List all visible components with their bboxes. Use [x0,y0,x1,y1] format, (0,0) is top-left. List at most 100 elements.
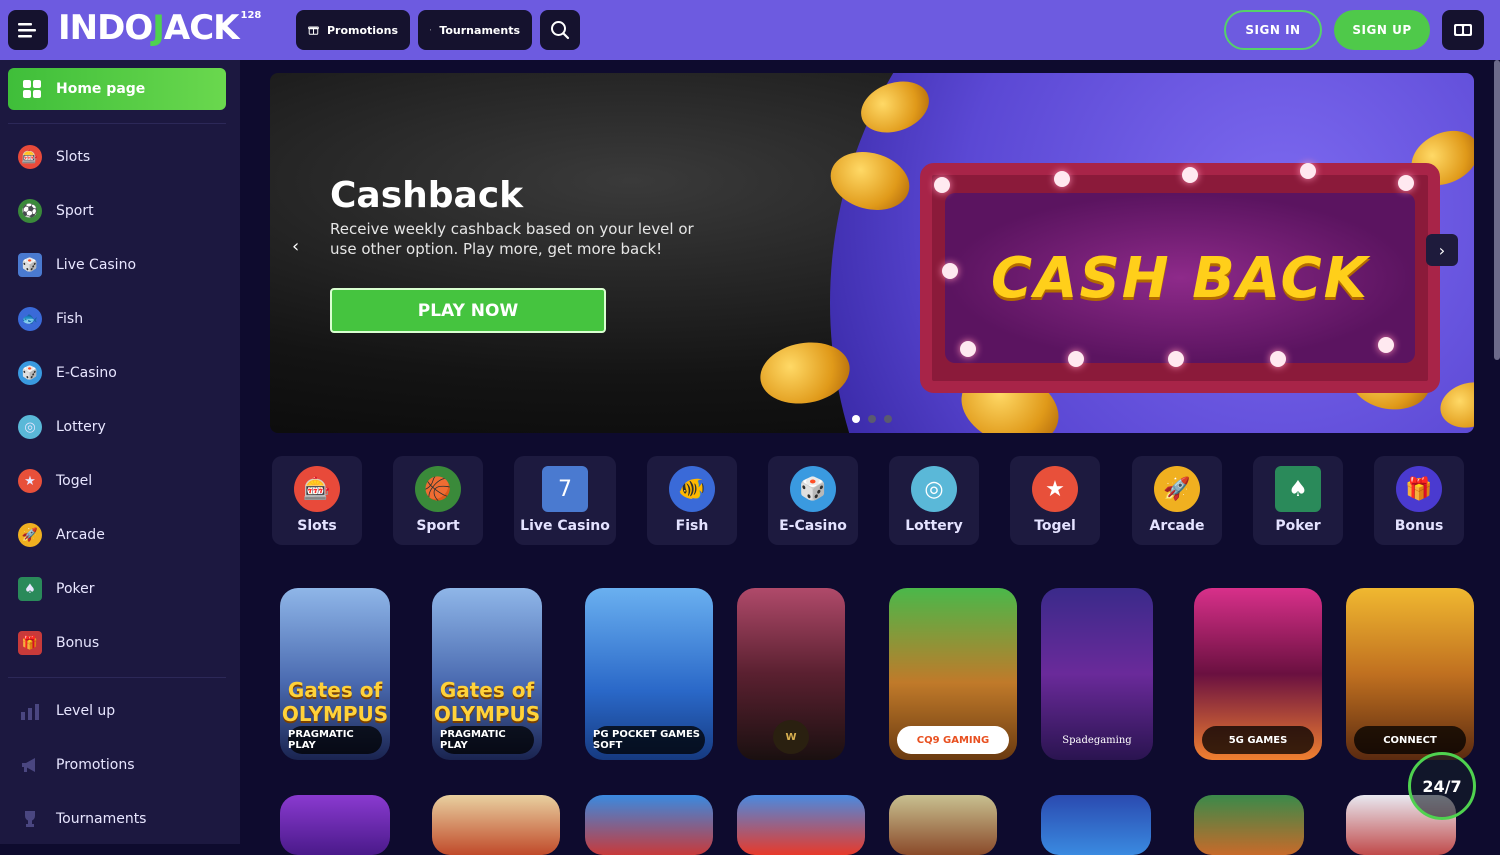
cards-icon: ♠ [18,577,42,601]
game-tile[interactable]: CONNECT [1346,588,1474,760]
sidebar-item-live-casino[interactable]: 🎲 Live Casino [18,250,136,280]
light-bulb [934,177,950,193]
sidebar-item-label: Lottery [56,419,106,435]
category-sport[interactable]: 🏀 Sport [393,456,483,545]
sidebar-item-arcade[interactable]: 🚀 Arcade [18,520,105,550]
sidebar-item-bonus[interactable]: 🎁 Bonus [18,628,99,658]
game-tile[interactable]: 5G GAMES [1194,588,1322,760]
slide-dot[interactable] [884,415,892,423]
category-label: Togel [1034,518,1076,534]
play-now-button[interactable]: PLAY NOW [330,288,606,333]
sidebar-item-togel[interactable]: ★ Togel [18,466,92,496]
category-label: Slots [297,518,337,534]
top-bar: INDOJACK128 Promotions Tournaments SIGN … [0,0,1500,60]
sidebar-item-lottery[interactable]: ◎ Lottery [18,412,106,442]
logo-text-b: J [152,8,164,48]
hero-banner[interactable]: CASH BACK ‹ Cashback Receive weekly cash… [270,73,1474,433]
category-arcade[interactable]: 🚀 Arcade [1132,456,1222,545]
sidebar-item-label: Home page [56,81,145,97]
category-label: Bonus [1395,518,1444,534]
game-provider: Spadegaming [1049,726,1145,754]
category-live-casino[interactable]: 7 Live Casino [514,456,616,545]
menu-button[interactable] [8,10,48,50]
sidebar-item-promotions[interactable]: Promotions [18,750,135,780]
category-e-casino[interactable]: 🎲 E-Casino [768,456,858,545]
promotions-button[interactable]: Promotions [296,10,410,50]
game-tile[interactable]: Gates of OLYMPUS PRAGMATIC PLAY [280,588,390,760]
gift-icon: 🎁 [1396,466,1442,512]
sidebar-item-label: Live Casino [56,257,136,273]
search-button[interactable] [540,10,580,50]
gift-icon [308,21,319,39]
game-tile[interactable] [1194,795,1304,855]
game-provider: W [773,720,809,754]
tournaments-button[interactable]: Tournaments [418,10,532,50]
sidebar-item-fish[interactable]: 🐟 Fish [18,304,83,334]
sign-up-button[interactable]: SIGN UP [1334,10,1430,50]
game-tile[interactable]: W [737,588,845,760]
live-support-button[interactable]: 24/7 [1408,752,1476,820]
sign-in-button[interactable]: SIGN IN [1224,10,1322,50]
light-bulb [1168,351,1184,367]
sidebar-item-label: Bonus [56,635,99,651]
light-bulb [942,263,958,279]
game-tile[interactable]: PG POCKET GAMES SOFT [585,588,713,760]
game-provider: CONNECT [1354,726,1466,754]
game-tile[interactable] [1041,795,1151,855]
sidebar-item-home[interactable]: Home page [8,68,226,110]
logo-text-a: INDO [58,8,152,48]
billboard-screen: CASH BACK [945,193,1415,363]
light-bulb [1182,167,1198,183]
dice-icon: 🎲 [790,466,836,512]
promotions-label: Promotions [327,24,398,37]
tournaments-label: Tournaments [439,24,520,37]
sidebar-item-sport[interactable]: ⚽ Sport [18,196,94,226]
sidebar-item-e-casino[interactable]: 🎲 E-Casino [18,358,117,388]
category-label: Poker [1275,518,1320,534]
ball-icon: ⚽ [18,199,42,223]
scrollbar[interactable] [1494,60,1500,360]
category-label: Lottery [905,518,962,534]
hero-title: Cashback [330,175,523,216]
game-tile[interactable]: Gates of OLYMPUS PRAGMATIC PLAY [432,588,542,760]
game-tile[interactable] [585,795,713,855]
slide-dot[interactable] [852,415,860,423]
language-flag-icon [1454,24,1472,36]
sidebar-item-label: Slots [56,149,90,165]
previous-slide-arrow-icon[interactable]: ‹ [292,236,299,257]
next-slide-arrow-icon[interactable]: › [1426,234,1458,266]
category-lottery[interactable]: ◎ Lottery [889,456,979,545]
gift-icon: 🎁 [18,631,42,655]
game-tile[interactable]: CQ9 GAMING [889,588,1017,760]
light-bulb [1300,163,1316,179]
game-tile[interactable]: Spadegaming [1041,588,1153,760]
game-provider: PRAGMATIC PLAY [440,726,534,754]
game-tile[interactable] [889,795,997,855]
star-icon: ★ [1032,466,1078,512]
game-tile[interactable] [280,795,390,855]
slot-machine-icon: 🎰 [18,145,42,169]
light-bulb [1378,337,1394,353]
grid-icon [22,79,42,99]
sidebar-item-level-up[interactable]: Level up [18,696,115,726]
category-poker[interactable]: ♠ Poker [1253,456,1343,545]
light-bulb [1270,351,1286,367]
game-provider: 5G GAMES [1202,726,1314,754]
slide-dot[interactable] [868,415,876,423]
game-tile[interactable] [432,795,560,855]
site-logo[interactable]: INDOJACK128 [58,8,261,48]
language-button[interactable] [1442,10,1484,50]
sidebar-item-slots[interactable]: 🎰 Slots [18,142,90,172]
sidebar-item-poker[interactable]: ♠ Poker [18,574,95,604]
cards-icon: ♠ [1275,466,1321,512]
sidebar-item-tournaments[interactable]: Tournaments [18,804,146,834]
category-label: Sport [416,518,459,534]
category-label: Fish [676,518,709,534]
category-slots[interactable]: 🎰 Slots [272,456,362,545]
lottery-wheel-icon: ◎ [18,415,42,439]
game-tile[interactable] [737,795,865,855]
category-togel[interactable]: ★ Togel [1010,456,1100,545]
lottery-wheel-icon: ◎ [911,466,957,512]
category-fish[interactable]: 🐠 Fish [647,456,737,545]
category-bonus[interactable]: 🎁 Bonus [1374,456,1464,545]
